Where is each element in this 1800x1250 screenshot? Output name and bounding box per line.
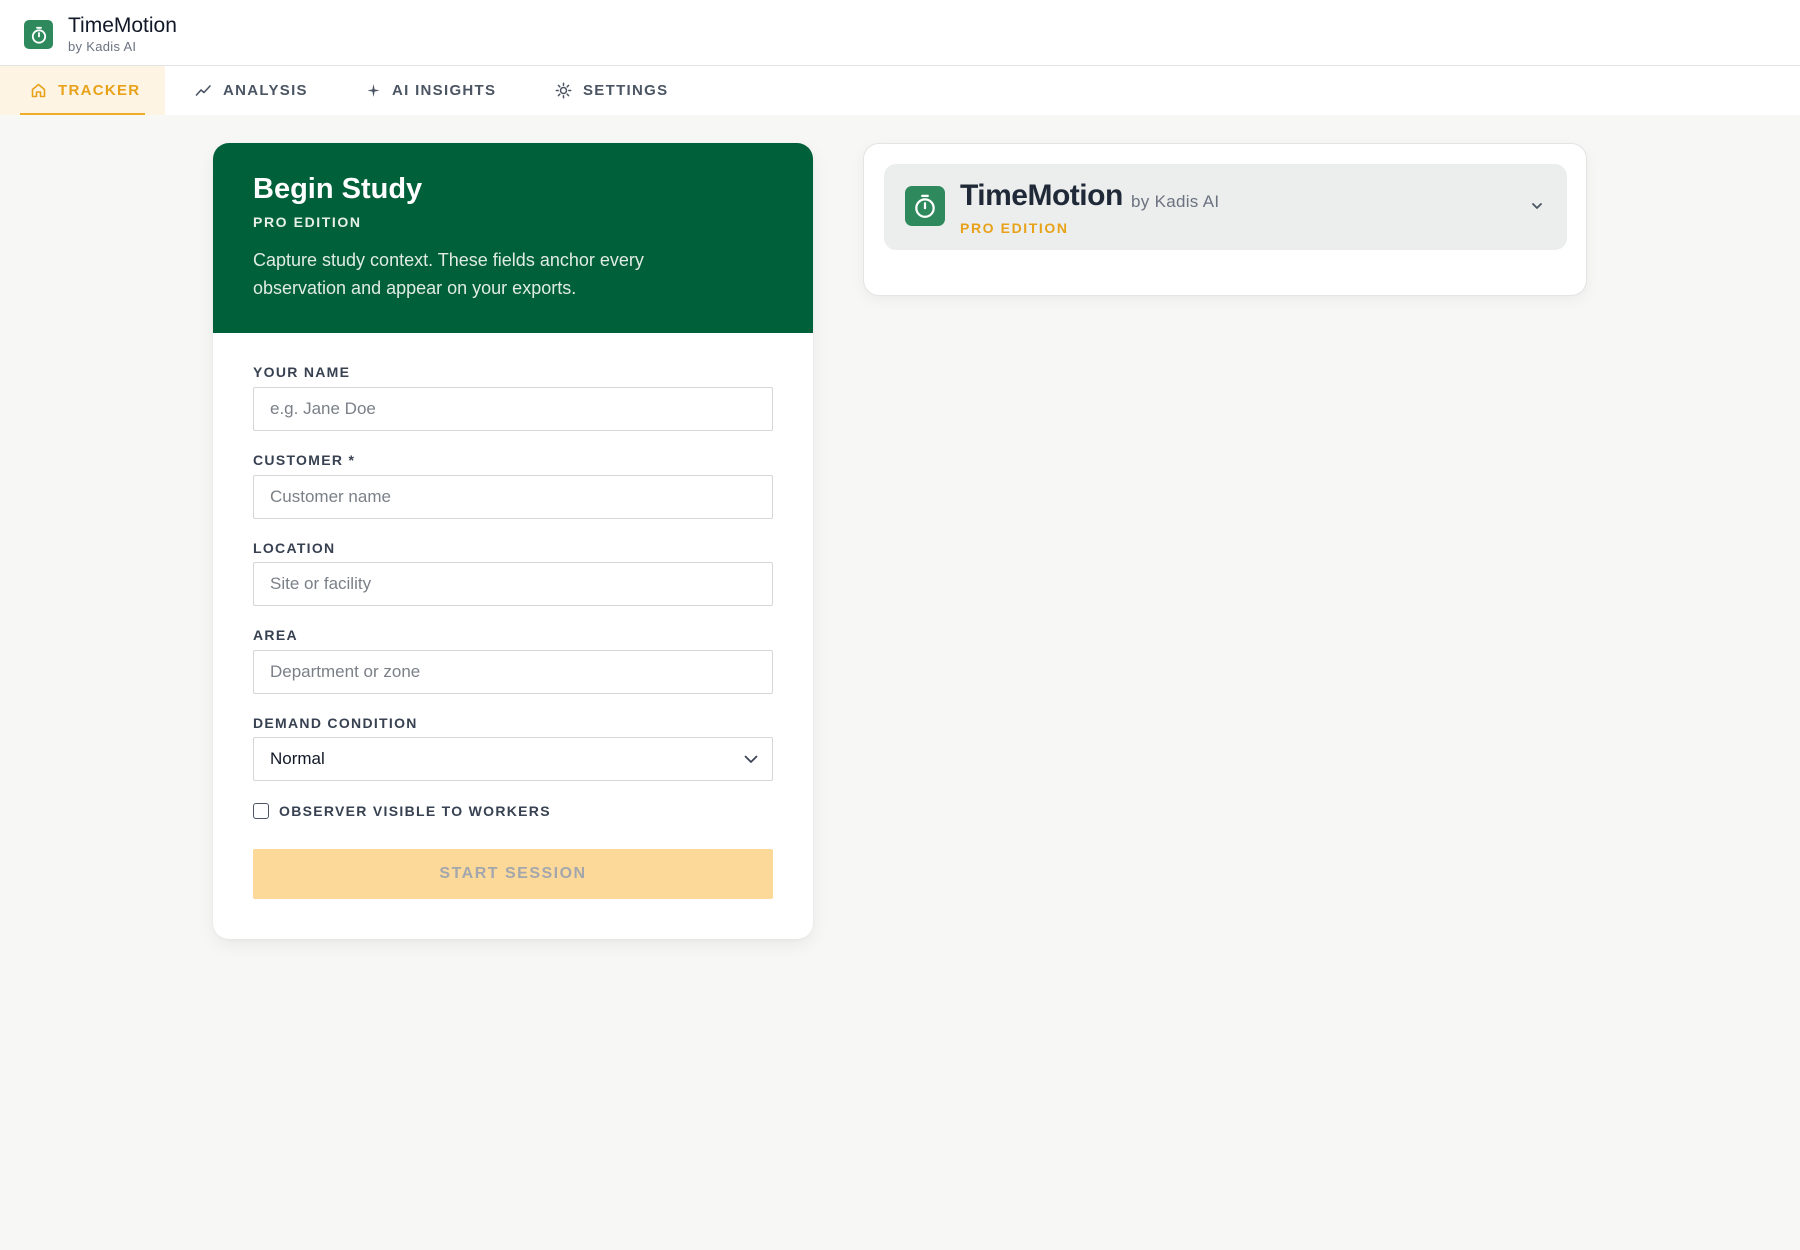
demand-condition-label: DEMAND CONDITION	[253, 715, 418, 731]
info-edition-label: PRO EDITION	[960, 220, 1069, 236]
demand-condition-value: Normal	[270, 749, 325, 768]
begin-study-title: Begin Study	[253, 173, 423, 205]
app-info-toggle[interactable]: TimeMotion by Kadis AI PRO EDITION	[884, 164, 1567, 250]
home-icon	[30, 82, 47, 99]
sparkle-icon	[366, 82, 381, 99]
demand-condition-select[interactable]: Normal	[253, 737, 773, 781]
location-input[interactable]	[253, 562, 773, 606]
customer-label: CUSTOMER *	[253, 452, 356, 468]
info-app-title: TimeMotion	[960, 179, 1123, 212]
trend-line-icon	[195, 82, 212, 99]
stopwatch-icon	[24, 20, 53, 49]
app-header: TimeMotion by Kadis AI	[0, 0, 1800, 66]
tab-settings-label: SETTINGS	[583, 82, 669, 99]
tab-ai-insights[interactable]: AI INSIGHTS	[366, 66, 496, 115]
active-tab-indicator	[20, 113, 145, 115]
edition-label: PRO EDITION	[253, 214, 362, 230]
tab-analysis[interactable]: ANALYSIS	[195, 66, 308, 115]
app-title: TimeMotion	[68, 14, 177, 37]
observer-visible-label: OBSERVER VISIBLE TO WORKERS	[279, 803, 551, 819]
info-app-subtitle: by Kadis AI	[1131, 192, 1220, 211]
app-subtitle: by Kadis AI	[68, 39, 137, 54]
main-nav: TRACKER ANALYSIS AI INSIGHTS SETTINGS	[0, 66, 1800, 115]
begin-study-description: Capture study context. These fields anch…	[253, 250, 644, 298]
customer-input[interactable]	[253, 475, 773, 519]
your-name-label: YOUR NAME	[253, 364, 351, 380]
app-info-card: TimeMotion by Kadis AI PRO EDITION	[863, 143, 1587, 296]
start-session-button[interactable]: START SESSION	[253, 849, 773, 899]
area-label: AREA	[253, 627, 298, 643]
area-input[interactable]	[253, 650, 773, 694]
stopwatch-icon	[905, 186, 945, 226]
chevron-down-icon	[742, 750, 760, 768]
gear-icon	[555, 82, 572, 99]
your-name-input[interactable]	[253, 387, 773, 431]
chevron-down-icon[interactable]	[1529, 198, 1545, 214]
tab-tracker[interactable]: TRACKER	[0, 66, 165, 115]
tab-analysis-label: ANALYSIS	[223, 82, 308, 99]
observer-visible-checkbox[interactable]	[253, 803, 269, 819]
observer-visible-option[interactable]: OBSERVER VISIBLE TO WORKERS	[253, 801, 551, 821]
begin-study-card: Begin Study PRO EDITION Capture study co…	[213, 143, 813, 939]
tab-tracker-label: TRACKER	[58, 82, 141, 99]
location-label: LOCATION	[253, 540, 336, 556]
begin-study-header: Begin Study PRO EDITION Capture study co…	[213, 143, 813, 333]
tab-settings[interactable]: SETTINGS	[555, 66, 668, 115]
tab-ai-insights-label: AI INSIGHTS	[392, 82, 497, 99]
